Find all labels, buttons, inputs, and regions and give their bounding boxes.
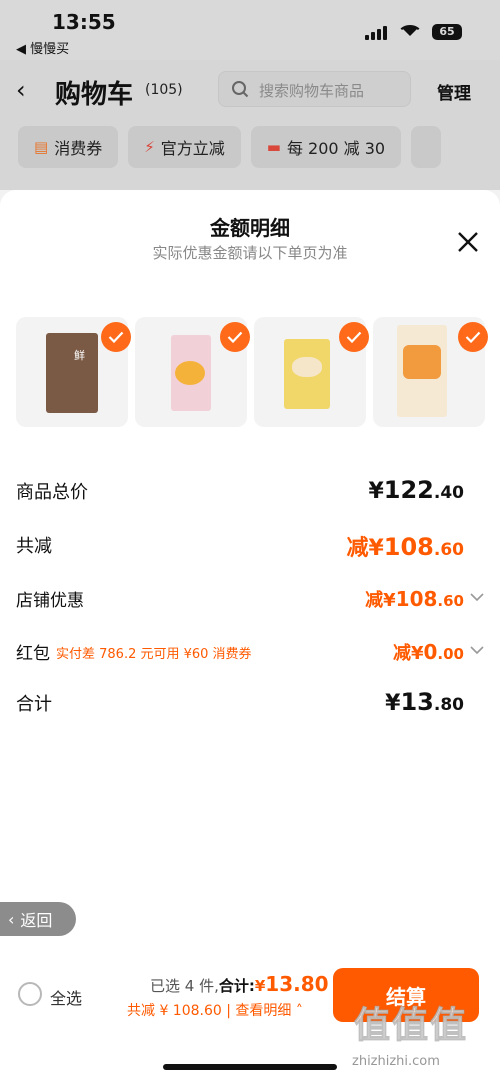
filter-chip-label: 每 200 减 30 xyxy=(286,139,386,158)
checked-icon[interactable] xyxy=(339,322,369,352)
total-row: 合计 ¥13.80 xyxy=(16,688,484,724)
amount-detail-sheet: 金额明细 实际优惠金额请以下单页为准 鲜 商品总价 ¥122.40 共减 减¥1… xyxy=(0,190,500,1081)
filter-chip-more[interactable] xyxy=(411,126,442,168)
row-label: 商品总价 xyxy=(16,482,88,503)
product-thumbnail[interactable] xyxy=(135,317,250,427)
coupon-icon: ▤ xyxy=(34,138,49,156)
back-arrow-icon[interactable]: ‹ xyxy=(16,76,26,104)
order-summary: 已选 4 件,合计:¥13.80 xyxy=(150,972,329,996)
watermark: 值值值 zhizhizhi.com xyxy=(352,996,492,1076)
discount-total-row: 共减 减¥108.60 xyxy=(16,532,484,566)
filter-chips: ▤ 消费券 ⚡ 官方立减 ▬ 每 200 减 30 xyxy=(18,126,442,168)
chevron-down-icon[interactable] xyxy=(470,592,484,602)
selected-count: 已选 4 件, xyxy=(150,977,219,995)
currency-symbol: ¥ xyxy=(368,536,384,561)
discount-prefix: 减 xyxy=(346,536,369,561)
select-all-label[interactable]: 全选 xyxy=(50,985,82,1009)
amount-integer: 108 xyxy=(395,587,438,611)
discount-total-value: 减¥108.60 xyxy=(346,530,464,562)
discount-summary-text: 共减 ¥ 108.60 xyxy=(127,1003,222,1019)
product-thumbnail[interactable] xyxy=(373,317,488,427)
row-label: 共减 xyxy=(16,536,52,557)
close-icon[interactable] xyxy=(456,230,480,254)
currency-symbol: ¥ xyxy=(368,479,384,504)
cellular-signal-icon xyxy=(365,26,387,40)
store-discount-value: 减¥108.60 xyxy=(365,586,464,612)
amount-decimal: .40 xyxy=(433,483,464,503)
search-icon xyxy=(232,81,249,98)
total-value: ¥13.80 xyxy=(385,688,464,716)
watermark-logo: 值值值 xyxy=(353,1005,469,1047)
amount-integer: 13 xyxy=(400,688,434,716)
product-image xyxy=(46,333,98,413)
discount-prefix: 减 xyxy=(365,590,384,611)
currency-symbol: ¥ xyxy=(385,691,401,716)
view-detail-link[interactable]: 查看明细 xyxy=(235,1003,291,1019)
manage-button[interactable]: 管理 xyxy=(437,79,471,104)
product-thumbnail[interactable]: 鲜 xyxy=(16,317,131,427)
search-input[interactable]: 搜索购物车商品 xyxy=(218,71,411,107)
product-image-decor xyxy=(403,345,441,379)
discount-summary: 共减 ¥ 108.60 | 查看明细 ˄ xyxy=(127,1000,303,1020)
amount-integer: 122 xyxy=(383,476,434,504)
home-indicator xyxy=(163,1064,337,1070)
store-discount-row[interactable]: 店铺优惠 减¥108.60 xyxy=(16,586,484,616)
red-packet-row[interactable]: 红包 实付差 786.2 元可用 ¥60 消费券 减¥0.00 xyxy=(16,639,484,669)
filter-chip-label: 消费券 xyxy=(54,139,103,158)
row-label: 合计 xyxy=(16,694,52,715)
filter-chip-coupon[interactable]: ▤ 消费券 xyxy=(18,126,119,168)
red-packet-value: 减¥0.00 xyxy=(393,639,464,665)
back-to-app-link[interactable]: ◀ 慢慢买 xyxy=(16,38,69,57)
return-label: 返回 xyxy=(20,911,53,930)
chevron-down-icon[interactable] xyxy=(470,645,484,655)
subtotal-value: ¥122.40 xyxy=(368,476,464,504)
checked-icon[interactable] xyxy=(101,322,131,352)
red-packet-promo-text: 实付差 786.2 元可用 ¥60 消费券 xyxy=(56,647,252,662)
discount-icon: ▬ xyxy=(266,138,281,156)
product-thumbnails: 鲜 xyxy=(16,317,488,427)
return-button[interactable]: ‹ 返回 xyxy=(0,902,76,936)
lightning-icon: ⚡ xyxy=(144,138,155,156)
cart-count: (105) xyxy=(145,82,183,98)
sheet-title: 金额明细 xyxy=(210,216,290,240)
amount-decimal: .60 xyxy=(433,540,464,560)
separator: | xyxy=(226,1003,231,1019)
checked-icon[interactable] xyxy=(220,322,250,352)
product-thumbnail[interactable] xyxy=(254,317,369,427)
subtotal-row: 商品总价 ¥122.40 xyxy=(16,476,484,512)
filter-chip-official-discount[interactable]: ⚡ 官方立减 xyxy=(128,126,241,168)
status-bar: 13:55 ◀ 慢慢买 65 xyxy=(0,0,500,60)
row-label: 店铺优惠 xyxy=(16,591,84,611)
product-image-decor xyxy=(292,357,322,377)
filter-chip-per-200-off-30[interactable]: ▬ 每 200 减 30 xyxy=(250,126,402,168)
battery-icon: 65 xyxy=(432,24,462,40)
currency-symbol: ¥ xyxy=(254,977,266,995)
total-label: 合计: xyxy=(218,977,255,995)
total-amount-value: 13.80 xyxy=(265,972,329,996)
amount-decimal: .80 xyxy=(433,695,464,715)
status-time: 13:55 xyxy=(52,10,116,34)
watermark-url: zhizhizhi.com xyxy=(352,1054,440,1069)
product-image-label: 鲜 xyxy=(74,349,85,362)
amount-integer: 0 xyxy=(423,640,438,664)
total-amount: ¥13.80 xyxy=(254,972,329,996)
discount-prefix: 减 xyxy=(392,643,411,664)
amount-integer: 108 xyxy=(383,533,434,561)
filter-chip-label: 官方立减 xyxy=(160,139,225,158)
amount-decimal: .60 xyxy=(437,592,464,610)
sheet-subtitle: 实际优惠金额请以下单页为准 xyxy=(152,244,348,262)
page-title: 购物车 xyxy=(55,80,134,110)
currency-symbol: ¥ xyxy=(383,590,396,611)
cart-header: ‹ 购物车 (105) 搜索购物车商品 管理 ▤ 消费券 ⚡ 官方立减 ▬ 每 … xyxy=(0,60,500,190)
row-label: 红包 xyxy=(16,644,50,664)
product-image-decor xyxy=(175,361,205,385)
amount-decimal: .00 xyxy=(437,645,464,663)
chevron-left-icon: ‹ xyxy=(8,909,15,929)
select-all-checkbox[interactable] xyxy=(18,982,42,1006)
chevron-up-icon[interactable]: ˄ xyxy=(296,1003,303,1019)
checked-icon[interactable] xyxy=(458,322,488,352)
currency-symbol: ¥ xyxy=(410,643,424,664)
wifi-icon xyxy=(400,24,420,36)
search-placeholder: 搜索购物车商品 xyxy=(259,82,365,100)
